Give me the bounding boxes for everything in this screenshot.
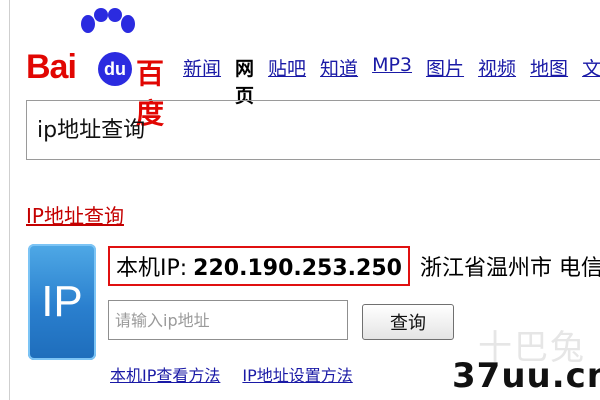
ip-location: 浙江省温州市 电信 <box>419 256 600 281</box>
baidu-logo[interactable]: Bai du 百度 <box>26 8 166 130</box>
link-local-ip-method[interactable]: 本机IP查看方法 <box>110 362 220 386</box>
watermark-site: 37uu.cn <box>452 356 600 396</box>
result-title-link[interactable]: IP地址查询 <box>26 200 124 229</box>
help-links: 本机IP查看方法 IP地址设置方法 <box>110 362 353 386</box>
ip-label: 本机IP: <box>116 256 188 281</box>
page-left-border <box>9 0 10 400</box>
ip-info-line: 本机IP: 220.190.253.250 浙江省温州市 电信 <box>108 246 600 286</box>
logo-du-badge: du <box>98 52 132 86</box>
link-ip-settings-method[interactable]: IP地址设置方法 <box>242 362 352 386</box>
ip-value: 220.190.253.250 <box>193 256 402 281</box>
ip-tile-text: IP <box>41 277 83 326</box>
paw-icon <box>81 8 135 33</box>
query-button[interactable]: 查询 <box>362 304 454 340</box>
ip-address-input[interactable] <box>108 300 348 340</box>
ip-tile-icon: IP <box>28 244 96 360</box>
logo-text-bai: Bai <box>26 48 77 86</box>
search-input[interactable]: ip地址查询 <box>26 100 600 160</box>
ip-highlight-box: 本机IP: 220.190.253.250 <box>108 246 410 286</box>
logo-text-du: du <box>104 58 126 79</box>
